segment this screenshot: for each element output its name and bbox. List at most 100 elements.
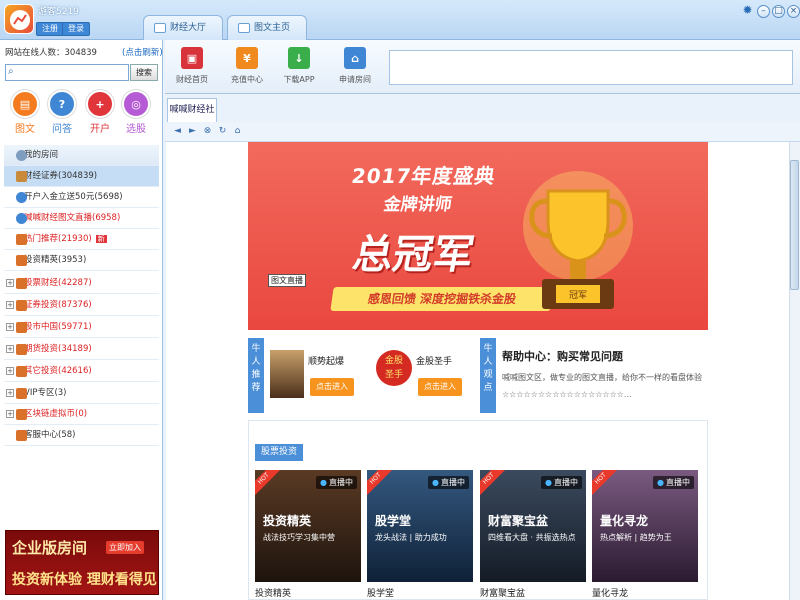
trophy-icon: 冠军 <box>523 171 633 309</box>
tab-graphic-home[interactable]: 图文主页 <box>227 15 307 40</box>
room-group[interactable]: + 其它投资(42616) <box>4 361 159 382</box>
room-item[interactable]: 财经证券(304839) <box>4 166 159 187</box>
card-name[interactable]: 股学堂 <box>367 586 394 599</box>
expand-icon[interactable]: + <box>6 279 14 287</box>
search-field[interactable]: ⌕ <box>5 64 129 81</box>
quick-qa-button[interactable]: ? 问答 <box>45 90 79 135</box>
download-icon: ↓ <box>288 47 310 69</box>
expand-icon[interactable]: + <box>6 389 14 397</box>
quick-label: 图文 <box>15 124 35 135</box>
room-item[interactable]: 开户入金立送50元(5698) <box>4 187 159 208</box>
card-name[interactable]: 投资精英 <box>255 586 291 599</box>
ad-join-tag[interactable]: 立即加入 <box>106 541 144 554</box>
refresh-link[interactable]: (点击刷新) <box>122 46 163 58</box>
row-label: VIP专区(3) <box>24 388 67 398</box>
row-label: 财经证券(304839) <box>24 171 98 181</box>
room-card[interactable]: HOT 直播中 财富聚宝盆 四维看大盘 · 共振选热点 <box>480 470 586 582</box>
row-label: 我的房间 <box>24 150 59 160</box>
scrollbar-thumb[interactable] <box>790 160 799 290</box>
banner-champion: 总冠军 <box>349 232 478 278</box>
expert-avatar[interactable]: 金股 圣手 <box>376 350 412 386</box>
row-label: 股票财经(42287) <box>24 278 92 288</box>
card-subtitle: 热点解析 | 趋势为王 <box>600 533 672 542</box>
stop-icon[interactable]: ⊗ <box>202 126 213 137</box>
room-item[interactable]: 喊喊财经图文直播(6958) <box>4 208 159 229</box>
recharge-button[interactable]: ¥ 充值中心 <box>225 47 269 85</box>
room-icon <box>16 278 27 289</box>
card-name[interactable]: 财富聚宝盆 <box>480 586 525 599</box>
room-group[interactable]: + 期货投资(34189) <box>4 339 159 360</box>
row-label: 客服中心(58) <box>24 430 76 440</box>
card-title: 财富聚宝盆 <box>488 514 549 528</box>
back-icon[interactable]: ◄ <box>172 126 183 137</box>
maximize-button[interactable]: □ <box>772 5 785 18</box>
enter-button[interactable]: 点击进入 <box>418 378 462 396</box>
row-label: 喊喊财经图文直播(6958) <box>24 213 121 223</box>
monitor-icon <box>238 23 250 33</box>
room-icon <box>16 430 27 441</box>
room-group[interactable]: + VIP专区(3) <box>4 383 159 404</box>
room-item[interactable]: 热门推荐(21930) 新 <box>4 229 159 250</box>
viewpoint-tag: 牛人观点 <box>480 338 496 413</box>
room-item[interactable]: 投资精英(3953) <box>4 250 159 271</box>
expand-icon[interactable]: + <box>6 323 14 331</box>
room-card[interactable]: HOT 直播中 股学堂 龙头战法 | 助力成功 <box>367 470 473 582</box>
apply-room-button[interactable]: ⌂ 申请房间 <box>333 47 377 85</box>
hot-ribbon: HOT <box>255 470 284 499</box>
ie-icon <box>16 192 27 203</box>
register-button[interactable]: 注册 <box>36 22 64 36</box>
quick-account-button[interactable]: + 开户 <box>83 90 117 135</box>
quick-graphic-button[interactable]: ▤ 图文 <box>8 90 42 135</box>
banner-year: 2017年度盛典 <box>350 164 498 188</box>
home-icon[interactable]: ⌂ <box>232 126 243 137</box>
room-icon <box>16 255 27 266</box>
finance-home-button[interactable]: ▣ 财经首页 <box>170 47 214 85</box>
room-group[interactable]: + 股票财经(42287) <box>4 273 159 294</box>
expand-icon[interactable]: + <box>6 345 14 353</box>
tool-label: 申请房间 <box>339 75 371 84</box>
row-label: 期货投资(34189) <box>24 344 92 354</box>
hot-ribbon: HOT <box>592 470 621 499</box>
expand-icon[interactable]: + <box>6 301 14 309</box>
live-badge: 直播中 <box>428 476 469 489</box>
gala-banner[interactable]: 2017年度盛典 金牌讲师 总冠军 感恩回馈 深度挖掘铁杀金股 冠军 <box>248 142 708 330</box>
quick-label: 选股 <box>126 124 146 135</box>
room-card[interactable]: HOT 直播中 量化寻龙 热点解析 | 趋势为王 <box>592 470 698 582</box>
forward-icon[interactable]: ► <box>187 126 198 137</box>
room-group[interactable]: + 区块链虚拟币(0) <box>4 404 159 425</box>
card-name[interactable]: 量化寻龙 <box>592 586 628 599</box>
expert-avatar[interactable] <box>270 350 304 398</box>
enterprise-room-ad[interactable]: 企业版房间 立即加入 投资新体验 理财看得见 <box>5 530 159 595</box>
room-header[interactable]: 我的房间 <box>4 145 159 166</box>
enter-button[interactable]: 点击进入 <box>310 378 354 396</box>
minimize-button[interactable]: – <box>757 5 770 18</box>
tool-label: 下载APP <box>283 75 315 84</box>
refresh-icon[interactable]: ↻ <box>217 126 228 137</box>
tab-community[interactable]: 喊喊财经社区 <box>167 98 217 137</box>
close-button[interactable]: × <box>787 5 800 18</box>
graphic-live-tag: 图文直播 <box>268 274 306 287</box>
login-button[interactable]: 登录 <box>62 22 90 36</box>
quick-pick-button[interactable]: ◎ 选股 <box>119 90 153 135</box>
hot-ribbon: HOT <box>480 470 509 499</box>
room-item[interactable]: 客服中心(58) <box>4 425 159 446</box>
tab-finance-hall[interactable]: 财经大厅 <box>143 15 223 40</box>
expand-icon[interactable]: + <box>6 367 14 375</box>
help-title[interactable]: 帮助中心：购买常见问题 <box>502 348 623 364</box>
house-icon: ⌂ <box>344 47 366 69</box>
download-app-button[interactable]: ↓ 下载APP <box>277 47 321 85</box>
target-icon: ◎ <box>122 90 150 118</box>
home-icon <box>16 150 27 161</box>
row-label: 开户入金立送50元(5698) <box>24 192 123 202</box>
wallet-icon: ¥ <box>236 47 258 69</box>
room-group[interactable]: + 股市中国(59771) <box>4 317 159 338</box>
search-input[interactable] <box>22 66 126 79</box>
gear-icon[interactable]: ✹ <box>741 4 754 18</box>
expand-icon[interactable]: + <box>6 410 14 418</box>
room-card[interactable]: HOT 直播中 投资精英 战法技巧学习集中营 <box>255 470 361 582</box>
room-icon <box>16 300 27 311</box>
ad-title: 企业版房间 <box>12 539 88 557</box>
search-button[interactable]: 搜索 <box>130 64 158 81</box>
room-group[interactable]: + 证券投资(87376) <box>4 295 159 316</box>
username-label: 游客5219 <box>38 7 79 17</box>
